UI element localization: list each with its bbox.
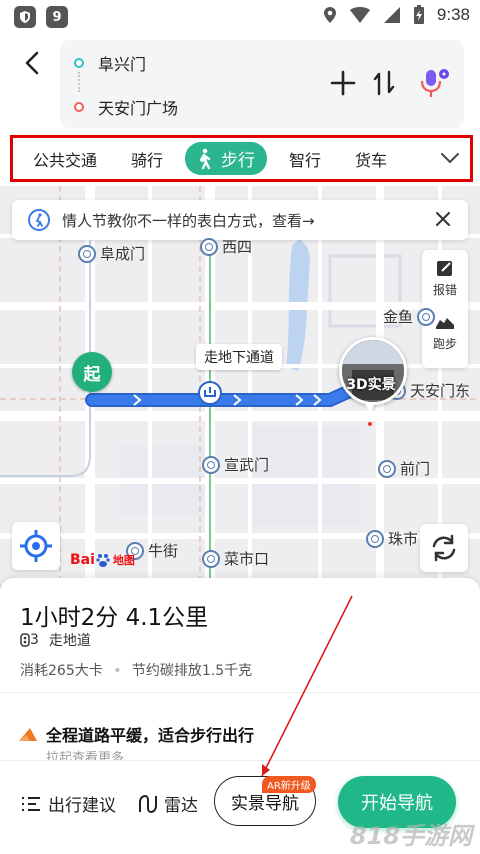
ar-3d-preview[interactable] xyxy=(339,337,407,405)
place-caishikou[interactable]: 菜市口 xyxy=(202,548,269,569)
route-input-box: 阜兴门 天安门广场 xyxy=(60,40,464,128)
route-advice: 全程道路平缓，适合步行出行 xyxy=(18,722,254,746)
site-watermark: 818手游网 xyxy=(349,822,472,850)
destination-text: 天安门广场 xyxy=(98,99,179,118)
swap-icon[interactable] xyxy=(372,70,396,96)
list-icon xyxy=(22,796,40,811)
underpass-icon[interactable] xyxy=(198,381,222,405)
place-xuanwumen-label: 宣武门 xyxy=(224,456,270,474)
bubble-pointer-icon xyxy=(364,402,376,426)
underpass-feature: 走地道 xyxy=(48,633,91,649)
running-label: 跑步 xyxy=(432,337,457,351)
start-marker[interactable]: 起 xyxy=(72,352,112,392)
place-caishikou-label: 菜市口 xyxy=(224,550,270,568)
report-error-button[interactable]: 报错 xyxy=(422,258,468,298)
ar-3d-label: 3D实景 xyxy=(346,377,396,393)
paw-icon xyxy=(96,554,110,567)
slope-warning-icon xyxy=(19,728,37,741)
app-9-icon: 9 xyxy=(46,6,68,28)
metro-station-icon xyxy=(417,307,436,326)
metro-station-icon xyxy=(200,237,218,256)
close-icon[interactable] xyxy=(432,208,454,230)
logo-ditu: 地图 xyxy=(112,554,135,567)
travel-advice-label: 出行建议 xyxy=(48,796,116,816)
logo-bai: Bai xyxy=(70,552,95,568)
traffic-lights: 3 xyxy=(20,632,39,648)
mode-walking-label: 步行 xyxy=(221,151,256,171)
traffic-light-count: 3 xyxy=(30,632,39,648)
place-fuchengmen[interactable]: 阜成门 xyxy=(78,243,145,264)
origin-text: 阜兴门 xyxy=(98,55,147,74)
mode-walking[interactable]: 步行 xyxy=(185,142,268,175)
divider xyxy=(0,692,480,693)
place-xuanwumen[interactable]: 宣武门 xyxy=(202,454,269,475)
add-waypoint-icon[interactable] xyxy=(330,70,356,96)
place-qianmen-label: 前门 xyxy=(400,460,431,478)
traffic-light-icon xyxy=(20,633,30,647)
route-advice-title: 全程道路平缓，适合步行出行 xyxy=(46,726,255,745)
refresh-icon xyxy=(432,534,456,562)
chevron-down-icon[interactable] xyxy=(440,150,460,166)
metro-station-icon xyxy=(202,549,220,568)
place-xisi[interactable]: 西四 xyxy=(200,236,252,257)
voice-mic-icon[interactable] xyxy=(418,66,452,100)
destination-dot-icon xyxy=(74,102,84,112)
metro-station-icon xyxy=(378,459,396,478)
signal-icon xyxy=(383,7,400,23)
radar-label: 雷达 xyxy=(164,796,198,816)
mode-truck[interactable]: 货车 xyxy=(355,147,387,171)
clock: 9:38 xyxy=(436,5,470,24)
mode-cycling[interactable]: 骑行 xyxy=(131,147,163,171)
calories: 消耗265大卡 xyxy=(20,663,103,679)
place-niujie-label: 牛街 xyxy=(148,542,179,560)
refresh-button[interactable] xyxy=(420,524,468,572)
carbon-saving: 节约碳排放1.5千克 xyxy=(131,663,253,679)
battery-charging-icon xyxy=(413,5,424,24)
underpass-label: 走地下通道 xyxy=(196,344,282,370)
status-bar: 9 9:38 xyxy=(0,0,480,36)
origin-field[interactable]: 阜兴门 xyxy=(74,50,146,76)
locate-me-button[interactable] xyxy=(12,522,60,570)
route-features: 3 走地道 xyxy=(20,630,91,650)
time-distance: 1小时2分 4.1公里 xyxy=(20,605,209,631)
crosshair-icon xyxy=(20,530,52,562)
baidu-map-logo: Bai 地图 xyxy=(70,552,135,568)
place-qianmen[interactable]: 前门 xyxy=(378,458,430,479)
transport-modes-bar: 公共交通 骑行 步行 智行 货车 xyxy=(10,135,473,182)
place-zhushi[interactable]: 珠市 xyxy=(366,528,418,549)
place-jinyu-label: 金鱼 xyxy=(383,308,414,326)
walking-person-icon xyxy=(199,148,211,169)
edit-report-icon xyxy=(437,261,452,276)
promo-tip-text: 情人节教你不一样的表白方式，查看→ xyxy=(62,211,315,230)
metro-station-icon xyxy=(202,455,220,474)
ar-upgrade-badge: AR新升级 xyxy=(262,776,316,793)
promo-tip-banner[interactable]: 情人节教你不一样的表白方式，查看→ xyxy=(12,200,468,240)
metro-station-icon xyxy=(366,529,384,548)
metro-station-icon xyxy=(78,244,96,263)
mode-public-transit[interactable]: 公共交通 xyxy=(33,147,97,171)
walking-tip-icon xyxy=(28,209,50,231)
route-stats: 消耗265大卡 • 节约碳排放1.5千克 xyxy=(20,660,252,680)
radar-button[interactable]: 雷达 xyxy=(138,791,198,816)
place-zhushi-label: 珠市 xyxy=(388,530,419,548)
place-fuchengmen-label: 阜成门 xyxy=(100,245,146,263)
radar-icon xyxy=(139,794,157,813)
mode-smart[interactable]: 智行 xyxy=(289,147,321,171)
place-tiananmen-east-label: 天安门东 xyxy=(410,382,471,400)
location-icon xyxy=(323,7,336,23)
stats-separator: • xyxy=(113,663,122,679)
route-dotted-line xyxy=(78,72,80,92)
destination-field[interactable]: 天安门广场 xyxy=(74,94,178,120)
report-error-label: 报错 xyxy=(432,283,457,297)
place-xisi-label: 西四 xyxy=(222,238,253,256)
origin-dot-icon xyxy=(74,58,84,68)
wifi-icon xyxy=(349,7,370,23)
back-arrow-icon[interactable] xyxy=(18,48,48,78)
shield-icon xyxy=(14,6,36,28)
place-jinyu[interactable]: 金鱼 xyxy=(383,306,439,327)
travel-advice-button[interactable]: 出行建议 xyxy=(20,791,116,816)
